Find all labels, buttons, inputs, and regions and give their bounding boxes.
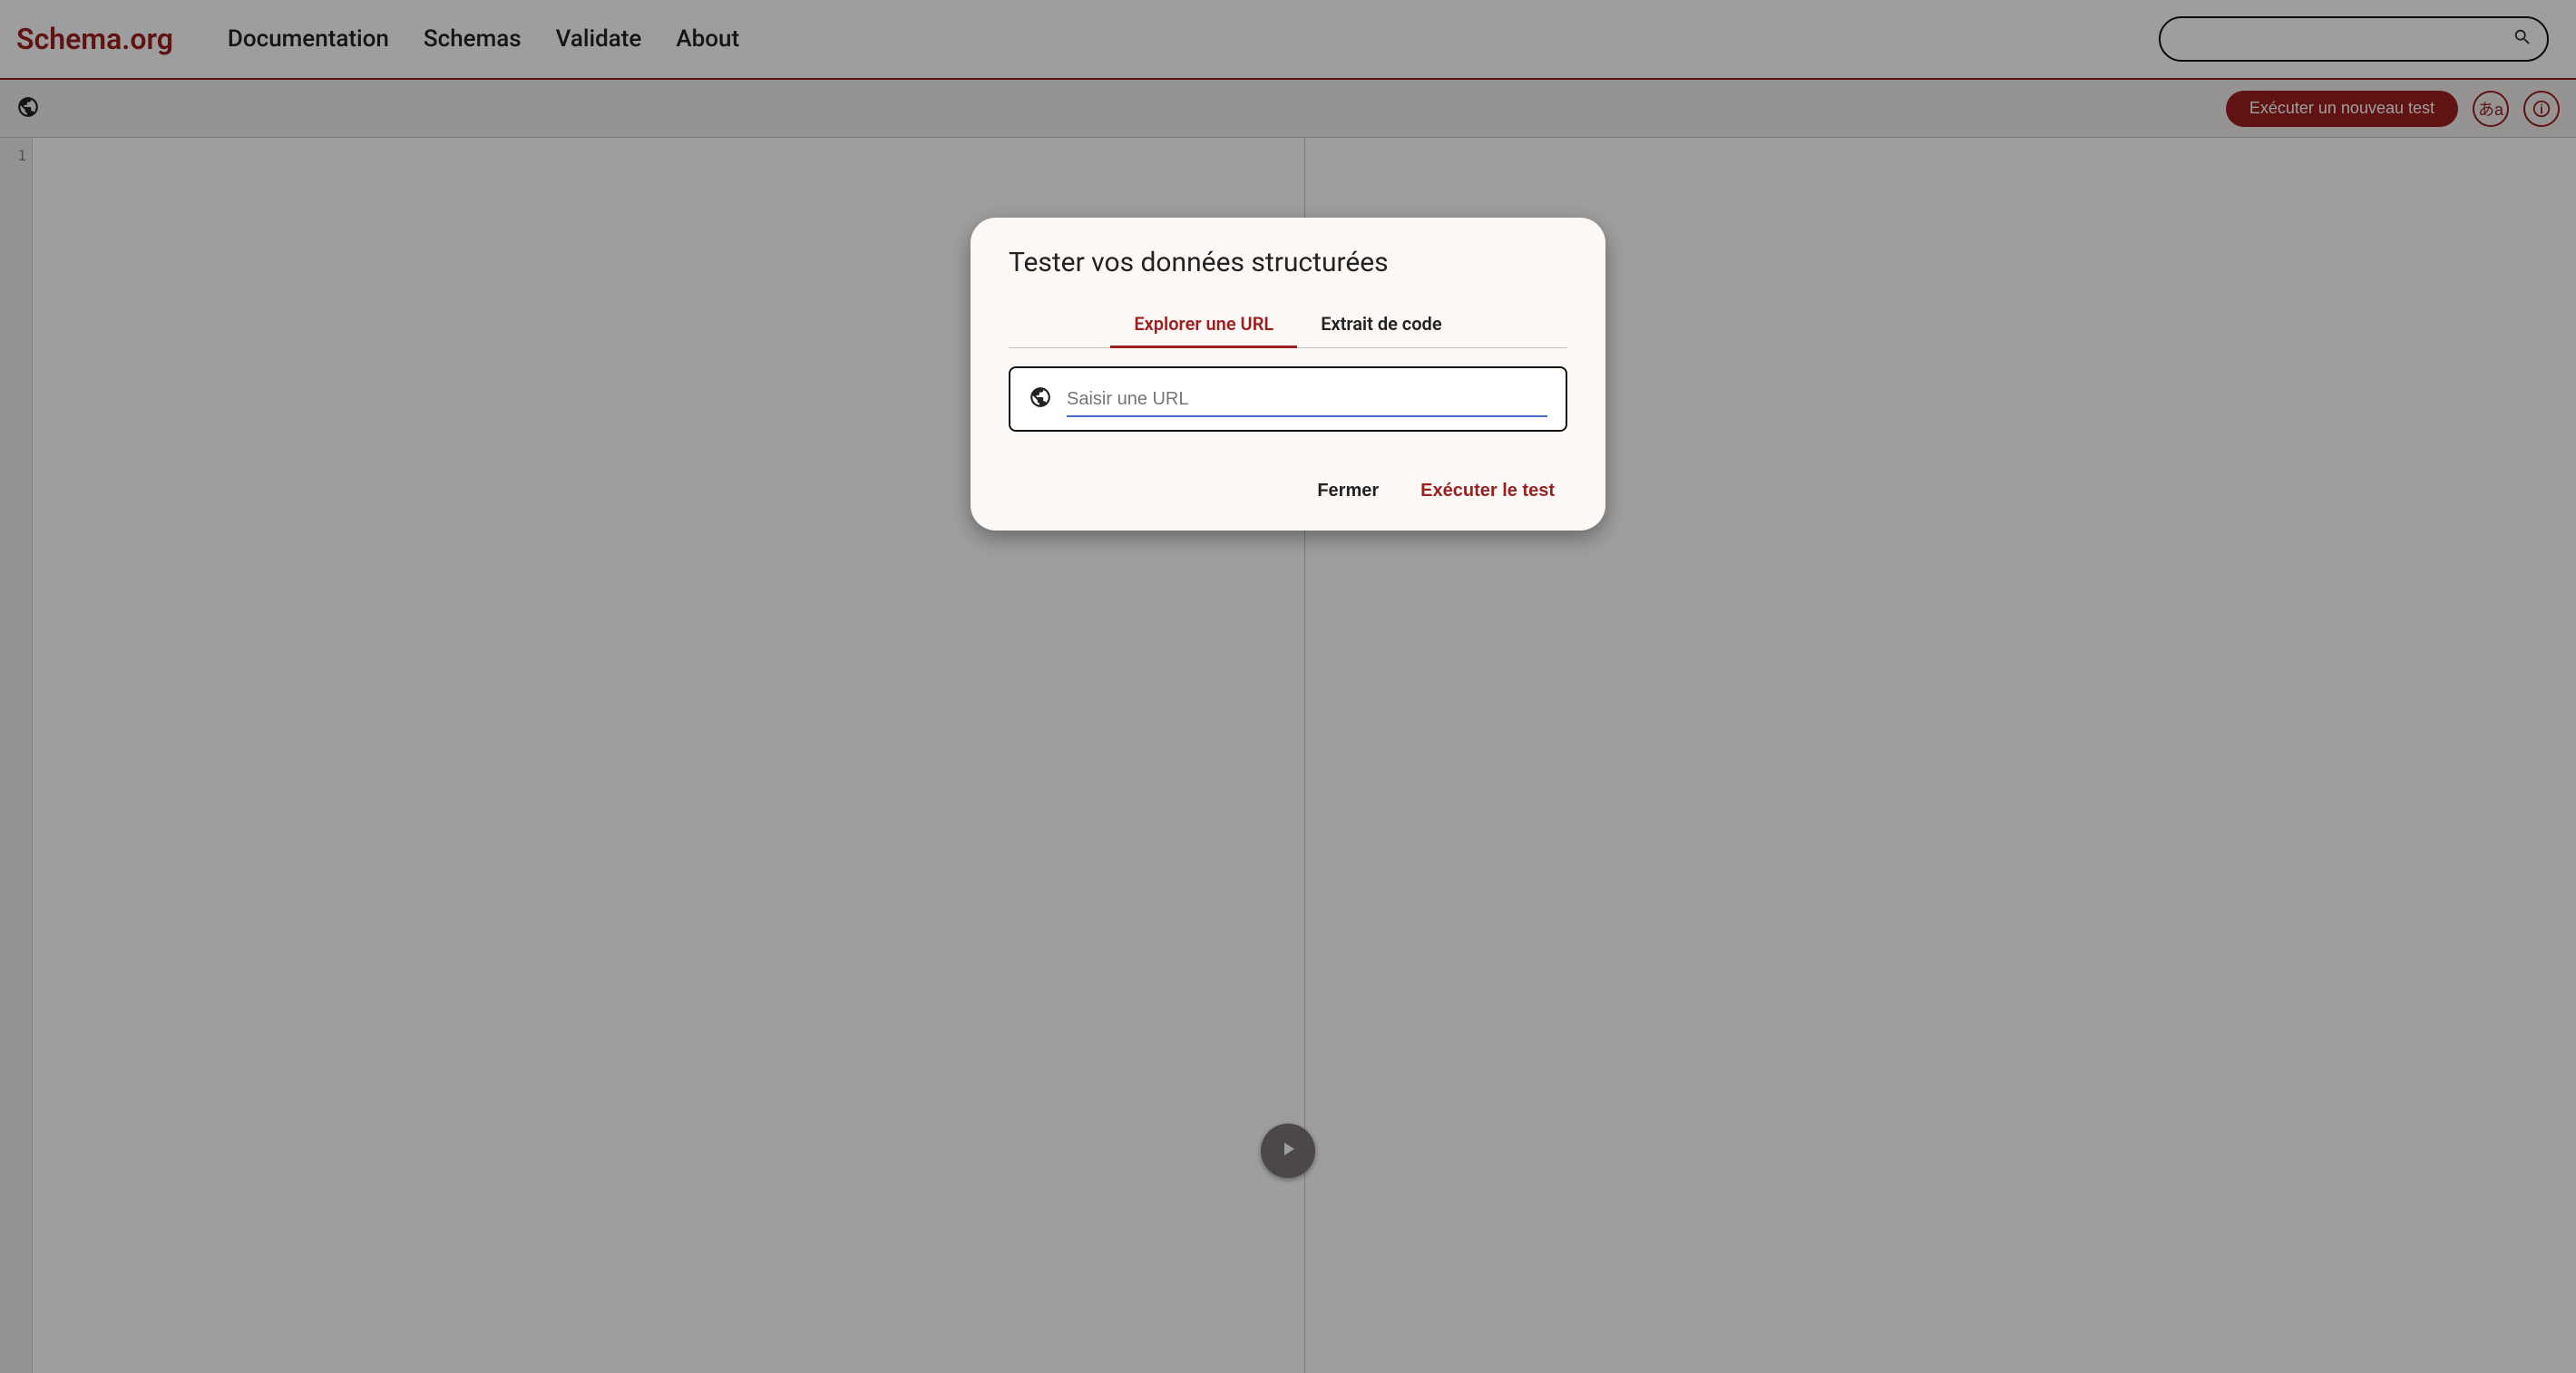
url-input-box [1009,366,1567,432]
url-underline [1067,415,1547,417]
run-test-button[interactable]: Exécuter le test [1413,475,1562,507]
tab-fetch-url[interactable]: Explorer une URL [1110,304,1297,347]
tab-code-snippet[interactable]: Extrait de code [1297,304,1465,347]
test-dialog: Tester vos données structurées Explorer … [971,218,1605,531]
close-button[interactable]: Fermer [1310,475,1386,507]
dialog-title: Tester vos données structurées [1009,247,1567,278]
globe-icon [1029,385,1052,413]
url-input[interactable] [1067,385,1547,414]
modal-overlay: Tester vos données structurées Explorer … [0,0,2576,1373]
url-field-wrap [1067,385,1547,414]
dialog-actions: Fermer Exécuter le test [1009,475,1567,507]
dialog-tabs: Explorer une URL Extrait de code [1009,304,1567,348]
